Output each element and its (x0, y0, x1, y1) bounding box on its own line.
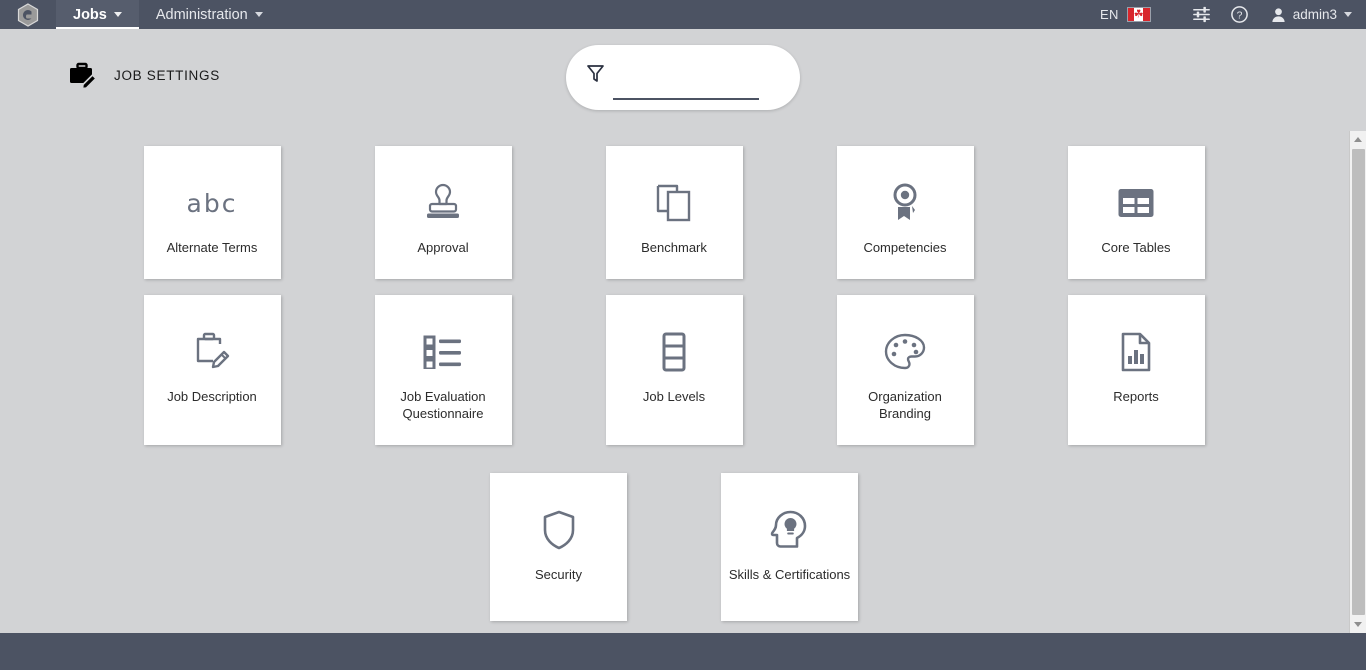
tile-row: abc Alternate Terms Approval Benchmark C… (0, 146, 1348, 279)
copy-documents-icon (656, 184, 691, 222)
svg-text:?: ? (1237, 11, 1243, 22)
scroll-down-arrow-icon[interactable] (1349, 616, 1366, 633)
tile-label: Job Description (167, 389, 257, 404)
settings-button[interactable] (1183, 0, 1221, 29)
tile-approval[interactable]: Approval (374, 146, 512, 279)
stacked-levels-icon (662, 332, 686, 372)
head-lightbulb-icon (770, 510, 806, 548)
flag-maple-leaf: ☘ (1133, 8, 1144, 21)
tile-label: Skills & Certifications (728, 567, 851, 582)
briefcase-edit-icon (70, 62, 98, 88)
tile-label: Organization Branding (868, 389, 942, 421)
shield-icon (543, 510, 574, 550)
canada-flag-icon[interactable]: ☘ (1126, 7, 1151, 22)
abc-text-icon: abc (187, 180, 238, 226)
tile-job-description[interactable]: Job Description (143, 295, 281, 445)
job-settings-tile-grid: abc Alternate Terms Approval Benchmark C… (0, 130, 1348, 633)
tile-reports[interactable]: Reports (1067, 295, 1205, 445)
hexagon-logo-icon (17, 2, 39, 27)
tile-benchmark[interactable]: Benchmark (605, 146, 743, 279)
grid-table-icon (1118, 189, 1154, 217)
tile-core-tables[interactable]: Core Tables (1067, 146, 1205, 279)
chevron-down-icon (113, 12, 122, 17)
rubber-stamp-icon (427, 183, 459, 218)
briefcase-pencil-icon (196, 332, 230, 369)
tile-label: Benchmark (641, 240, 707, 255)
award-medal-icon (893, 183, 917, 220)
scroll-up-arrow-icon[interactable] (1349, 131, 1366, 148)
tile-label: Core Tables (1101, 240, 1171, 255)
tile-alternate-terms[interactable]: abc Alternate Terms (143, 146, 281, 279)
footer-bar (0, 633, 1366, 670)
chevron-down-icon (1344, 12, 1352, 17)
document-bar-chart-icon (1121, 332, 1151, 372)
tile-competencies[interactable]: Competencies (836, 146, 974, 279)
tile-label: Job Levels (642, 389, 706, 404)
user-avatar-icon (1272, 7, 1285, 22)
tab-administration-label: Administration (155, 6, 248, 23)
tile-job-levels[interactable]: Job Levels (605, 295, 743, 445)
tile-skills-certifications[interactable]: Skills & Certifications (721, 473, 858, 621)
paint-palette-icon (884, 333, 926, 370)
help-button[interactable]: ? (1221, 0, 1259, 29)
app-logo[interactable] (0, 0, 56, 29)
scrollbar-thumb[interactable] (1351, 149, 1365, 615)
vertical-scrollbar[interactable] (1349, 131, 1366, 633)
tab-jobs[interactable]: Jobs (56, 0, 139, 29)
checklist-icon (423, 335, 461, 369)
tile-label: Alternate Terms (166, 240, 258, 255)
page-title: JOB SETTINGS (114, 67, 220, 83)
user-name-label: admin3 (1292, 7, 1337, 22)
tile-organization-branding[interactable]: Organization Branding (836, 295, 974, 445)
language-label[interactable]: EN (1100, 7, 1119, 22)
filter-input[interactable] (613, 73, 759, 100)
tile-label: Job Evaluation Questionnaire (400, 389, 486, 421)
tile-row: Security Skills & Certifications (0, 473, 1348, 621)
tile-row: Job Description Job Evaluation Questionn… (0, 295, 1348, 445)
funnel-filter-icon[interactable] (587, 64, 604, 88)
tile-security[interactable]: Security (490, 473, 627, 621)
page-header: JOB SETTINGS (68, 62, 220, 88)
tile-label: Security (535, 567, 582, 582)
abc-glyph: abc (186, 188, 238, 218)
top-navigation-right: EN ☘ ? admin3 (1100, 0, 1366, 29)
tab-administration[interactable]: Administration (139, 0, 280, 29)
user-menu[interactable]: admin3 (1271, 7, 1352, 23)
tile-label: Competencies (863, 240, 947, 255)
tile-label: Approval (417, 240, 469, 255)
top-navigation-bar: Jobs Administration EN ☘ ? admin3 (0, 0, 1366, 29)
tab-jobs-label: Jobs (73, 6, 107, 23)
tile-label: Reports (1113, 389, 1159, 404)
filter-box (566, 45, 800, 110)
sliders-settings-icon (1193, 6, 1211, 23)
tile-job-evaluation-questionnaire[interactable]: Job Evaluation Questionnaire (374, 295, 512, 445)
help-circle-icon: ? (1231, 6, 1249, 23)
chevron-down-icon (254, 12, 263, 17)
